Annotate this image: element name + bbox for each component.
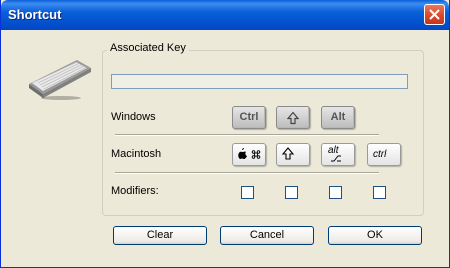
associated-key-field[interactable]: [111, 74, 408, 89]
windows-alt-key[interactable]: Alt: [321, 106, 355, 129]
modifier-checkbox-ctrl[interactable]: [241, 186, 254, 199]
option-icon: [331, 155, 341, 162]
windows-label: Windows: [111, 111, 156, 123]
modifier-checkbox-alt[interactable]: [329, 186, 342, 199]
keyboard-icon: [29, 60, 91, 100]
group-legend: Associated Key: [107, 42, 189, 54]
ok-button[interactable]: OK: [328, 226, 422, 245]
modifier-checkbox-shift[interactable]: [285, 186, 298, 199]
clear-button[interactable]: Clear: [113, 226, 207, 245]
separator: [115, 172, 379, 174]
window-title: Shortcut: [8, 7, 62, 22]
close-button[interactable]: [424, 4, 445, 25]
mac-shift-key[interactable]: [276, 143, 310, 166]
macintosh-label: Macintosh: [111, 148, 162, 160]
close-icon: [429, 9, 440, 20]
cancel-button[interactable]: Cancel: [220, 226, 314, 245]
separator: [115, 134, 379, 136]
shift-arrow-icon: [281, 147, 295, 160]
modifiers-label: Modifiers:: [111, 185, 159, 197]
windows-alt-label: Alt: [330, 111, 346, 123]
mac-option-key[interactable]: alt: [321, 143, 355, 166]
mac-ctrl-label: ctrl: [373, 149, 387, 160]
windows-ctrl-label: Ctrl: [239, 111, 259, 123]
shift-arrow-icon: [287, 111, 299, 124]
modifier-checkbox-ctrl-mac[interactable]: [373, 186, 386, 199]
apple-command-icon: [238, 148, 261, 159]
windows-shift-key[interactable]: [276, 106, 310, 129]
windows-ctrl-key[interactable]: Ctrl: [232, 106, 266, 129]
mac-command-key[interactable]: [232, 143, 266, 166]
mac-ctrl-key[interactable]: ctrl: [367, 143, 401, 166]
shortcut-dialog: Shortcut Associated Key Windows Ctrl Alt: [0, 0, 450, 268]
title-bar[interactable]: Shortcut: [1, 0, 449, 30]
